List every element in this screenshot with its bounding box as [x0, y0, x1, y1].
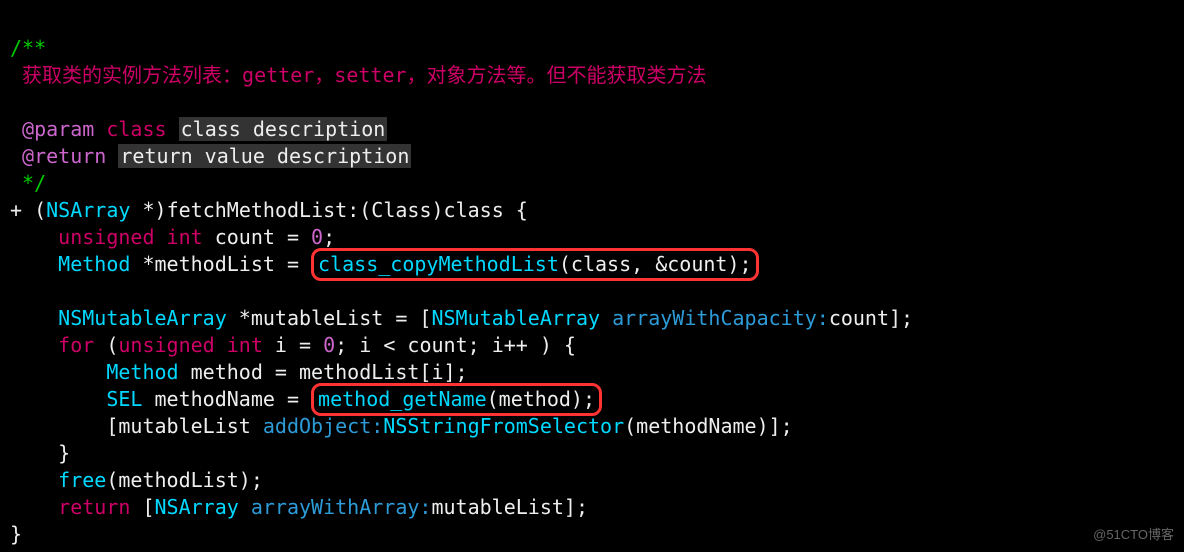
kw-unsigned: unsigned [58, 225, 154, 249]
param-type: Class [371, 198, 431, 222]
type-nsarray: NSArray [155, 495, 239, 519]
fn-free: free [58, 468, 106, 492]
brace-close: } [58, 441, 70, 465]
highlight-box-2: method_getName(method); [311, 383, 602, 416]
sel-arraywitharray: arrayWithArray: [239, 495, 432, 519]
return-type: NSArray [46, 198, 130, 222]
docdesc-return: return value description [118, 144, 411, 168]
watermark: @51CTO博客 [1093, 526, 1174, 544]
method-plus: + [10, 198, 34, 222]
docdesc-param: class description [179, 117, 388, 141]
kw-return: return [58, 495, 130, 519]
fn-class-copy-method-list: class_copyMethodList [318, 252, 559, 276]
doctag-return: @return [10, 144, 106, 168]
type-method: Method [58, 252, 130, 276]
comment-close: */ [10, 171, 46, 195]
sel-arraywithcapacity: arrayWithCapacity: [600, 306, 829, 330]
fn-nsstringfromselector: NSStringFromSelector [383, 414, 624, 438]
type-sel: SEL [106, 387, 142, 411]
code-editor: /** 获取类的实例方法列表：getter，setter，对象方法等。但不能获取… [0, 0, 1184, 548]
literal-zero: 0 [311, 225, 323, 249]
fn-method-getname: method_getName [318, 387, 487, 411]
type-nsmutablearray: NSMutableArray [58, 306, 227, 330]
comment-open: /** [10, 36, 46, 60]
kw-int: int [167, 225, 203, 249]
sel-addobject: addObject: [263, 414, 383, 438]
kw-for: for [58, 333, 94, 357]
param-name: class [444, 198, 504, 222]
doctype-class: class [106, 117, 166, 141]
method-name: fetchMethodList: [167, 198, 360, 222]
comment-prefix [10, 63, 22, 87]
doctag-param: @param [10, 117, 94, 141]
brace-close-outer: } [10, 522, 22, 546]
comment-desc: 获取类的实例方法列表：getter，setter，对象方法等。但不能获取类方法 [22, 63, 707, 87]
highlight-box-1: class_copyMethodList(class, &count); [311, 248, 758, 281]
